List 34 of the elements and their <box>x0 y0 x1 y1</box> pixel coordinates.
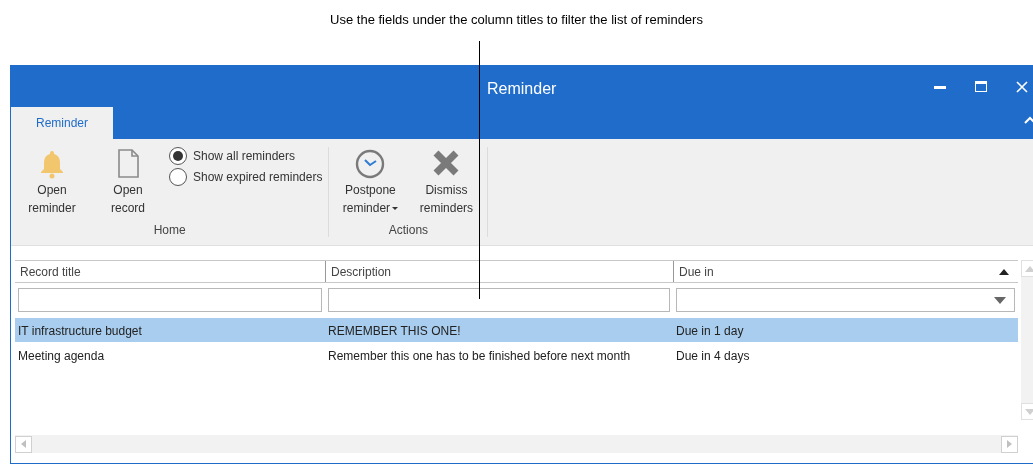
column-header[interactable]: Description <box>325 261 673 282</box>
window-title: Reminder <box>487 79 557 99</box>
ribbon-button[interactable]: Open record <box>93 147 163 217</box>
close-icon <box>1016 80 1028 93</box>
radio-option[interactable]: Show expired reminders <box>169 168 323 186</box>
ribbon-tab[interactable]: Reminder <box>11 107 114 139</box>
minimize-icon <box>934 84 946 89</box>
scroll-right-icon[interactable] <box>1001 435 1018 453</box>
filter-dropdown[interactable] <box>676 288 1015 312</box>
callout-text: Use the fields under the column titles to filter the list of reminders <box>330 11 703 29</box>
group-label: Home <box>152 222 187 237</box>
table-cell: Due in 4 days <box>676 349 750 363</box>
ribbon-button[interactable]: Open reminder <box>17 147 87 217</box>
column-header[interactable]: Due in <box>673 261 1018 282</box>
filter-field[interactable] <box>328 288 670 312</box>
table-cell: REMEMBER THIS ONE! <box>328 324 461 338</box>
table-cell: Meeting agenda <box>18 349 105 363</box>
horizontal-scrollbar[interactable] <box>15 435 1018 453</box>
group-label: Actions <box>387 222 430 237</box>
column-header[interactable]: Record title <box>15 261 325 282</box>
maximize-icon <box>975 80 987 93</box>
table-cell: Remember this one has to be finished before next month <box>328 349 631 363</box>
radio-option[interactable]: Show all reminders <box>169 147 323 165</box>
table-cell: IT infrastructure budget <box>18 324 142 338</box>
ribbon-button[interactable]: Dismiss reminders <box>411 147 482 217</box>
table-row[interactable]: IT infrastructure budget REMEMBER THIS ONE! Due in 1 day <box>15 318 1018 342</box>
table-cell: Due in 1 day <box>676 324 744 338</box>
ribbon-button[interactable]: Postpone reminder <box>335 147 406 217</box>
chevron-up-icon <box>1024 116 1033 124</box>
caret-icon <box>994 296 1006 304</box>
filter-field[interactable] <box>18 288 322 312</box>
table-row[interactable]: Meeting agenda Remember this one has to be finished before next month Due in 4 days <box>15 343 1018 367</box>
scroll-left-icon[interactable] <box>15 435 32 453</box>
clock-icon <box>354 147 387 181</box>
